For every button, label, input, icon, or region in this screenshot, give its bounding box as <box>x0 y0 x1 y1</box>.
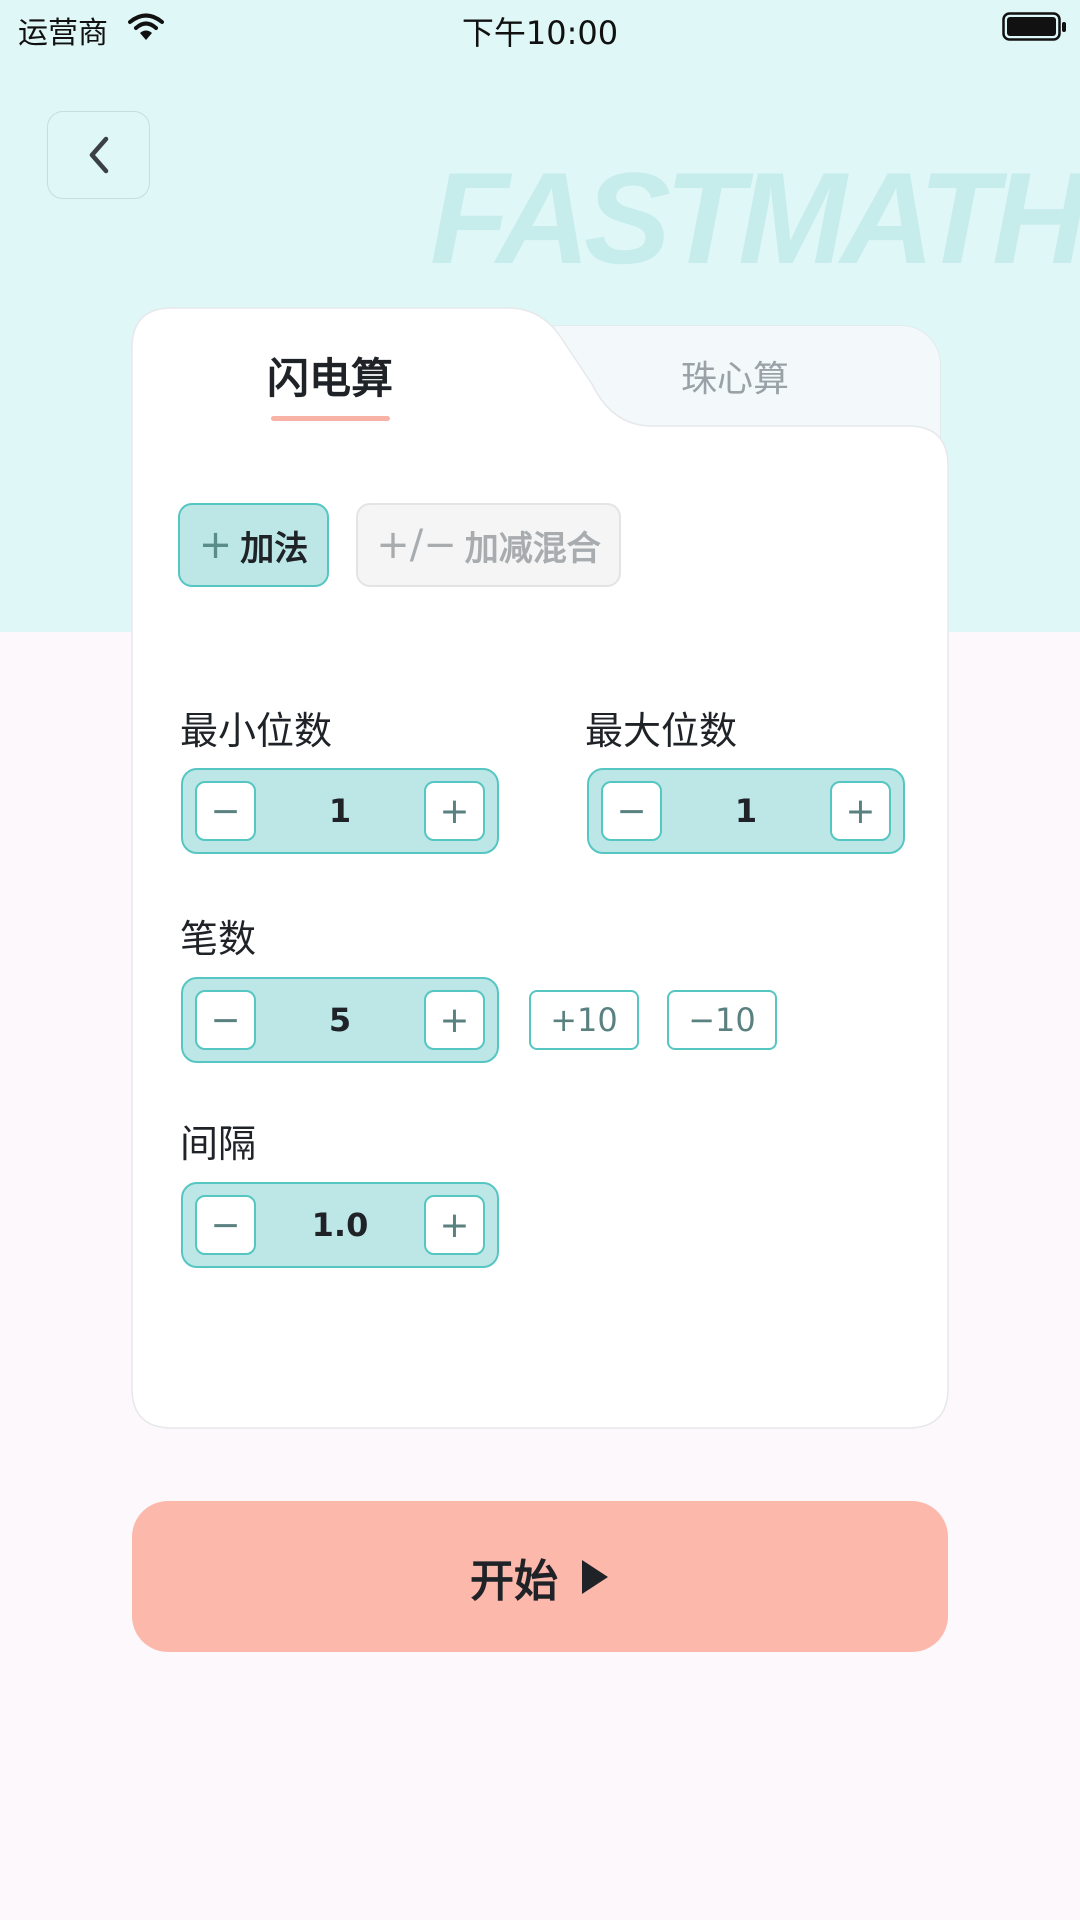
strokes-increment-button[interactable]: + <box>424 990 485 1050</box>
max-digits-value: 1 <box>734 792 758 830</box>
max-digits-stepper: − 1 + <box>587 768 905 854</box>
min-digits-value: 1 <box>328 792 352 830</box>
mode-mixed-chip[interactable]: +/− 加减混合 <box>356 503 621 587</box>
mode-mixed-label: 加减混合 <box>464 528 601 569</box>
interval-increment-button[interactable]: + <box>424 1195 485 1255</box>
tab-flash-calc[interactable]: 闪电算 <box>210 345 450 406</box>
tab-active-indicator <box>271 416 390 421</box>
max-digits-label: 最大位数 <box>585 709 738 753</box>
max-digits-increment-button[interactable]: + <box>830 781 891 841</box>
strokes-plus-10-button[interactable]: +10 <box>529 990 639 1050</box>
min-digits-decrement-button[interactable]: − <box>195 781 256 841</box>
settings-card <box>131 307 949 1429</box>
interval-stepper: − 1.0 + <box>181 1182 499 1268</box>
start-button-label: 开始 <box>470 1555 558 1607</box>
min-digits-increment-button[interactable]: + <box>424 781 485 841</box>
mode-addition-label: 加法 <box>240 528 309 569</box>
plus-minus-icon: +/− <box>376 522 457 568</box>
play-icon <box>582 1559 608 1594</box>
mode-addition-chip[interactable]: + 加法 <box>178 503 329 587</box>
strokes-stepper: − 5 + <box>181 977 499 1063</box>
strokes-value: 5 <box>328 1001 352 1039</box>
interval-decrement-button[interactable]: − <box>195 1195 256 1255</box>
min-digits-stepper: − 1 + <box>181 768 499 854</box>
interval-value: 1.0 <box>311 1206 369 1244</box>
min-digits-label: 最小位数 <box>180 709 333 753</box>
max-digits-decrement-button[interactable]: − <box>601 781 662 841</box>
plus-icon: + <box>198 522 233 568</box>
strokes-label: 笔数 <box>180 917 257 961</box>
strokes-minus-10-button[interactable]: −10 <box>667 990 777 1050</box>
interval-label: 间隔 <box>180 1122 257 1166</box>
strokes-decrement-button[interactable]: − <box>195 990 256 1050</box>
start-button[interactable]: 开始 <box>132 1501 948 1652</box>
